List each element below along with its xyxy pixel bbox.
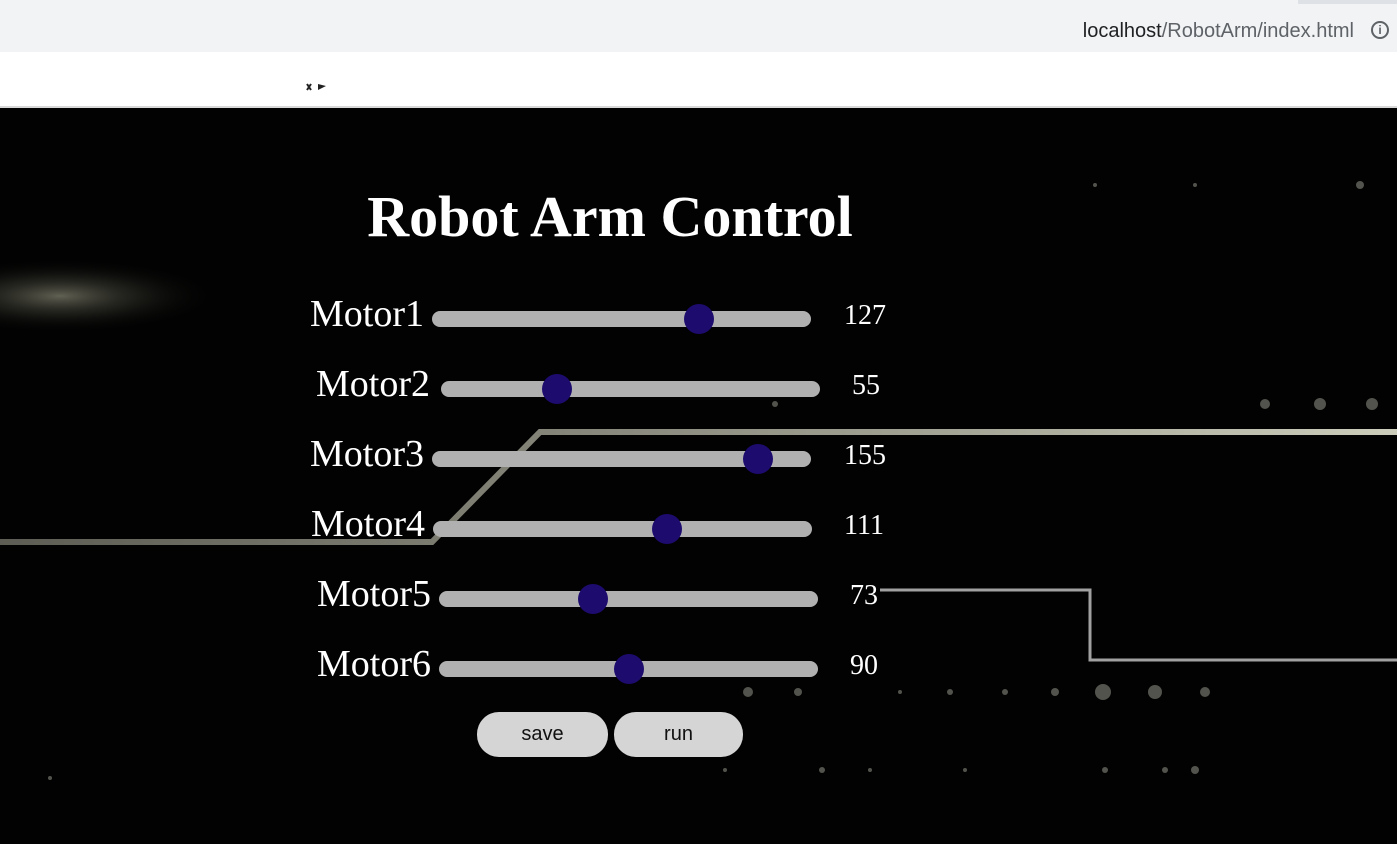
slider-thumb[interactable] [541, 374, 572, 404]
motor5-slider[interactable] [439, 584, 818, 614]
motor-row-5: Motor5 73 [0, 572, 900, 616]
motor-row-4: Motor4 111 [0, 502, 900, 546]
info-icon[interactable]: i [1371, 21, 1389, 39]
slider-thumb[interactable] [743, 444, 774, 474]
motor4-slider[interactable] [433, 514, 812, 544]
page-body: Robot Arm Control Motor1 127 Motor2 55 M… [0, 108, 1397, 844]
motor-value: 111 [844, 510, 884, 541]
motor-row-1: Motor1 127 [0, 292, 900, 336]
motor-label: Motor4 [311, 503, 425, 545]
motor-label: Motor3 [310, 433, 424, 475]
slider-thumb[interactable] [613, 654, 644, 684]
motor-row-6: Motor6 90 [0, 642, 900, 686]
motor-label: Motor1 [310, 293, 424, 335]
url-host: localhost [1082, 20, 1162, 42]
motor-row-3: Motor3 155 [0, 432, 900, 476]
motor-value: 155 [844, 440, 886, 471]
slider-thumb[interactable] [651, 514, 682, 544]
run-button[interactable]: run [614, 712, 743, 757]
url-path: /RobotArm/index.html [1161, 20, 1354, 42]
page-title: Robot Arm Control [367, 184, 853, 249]
save-button[interactable]: save [477, 712, 608, 757]
slider-thumb[interactable] [577, 584, 608, 614]
motor-row-2: Motor2 55 [0, 362, 900, 406]
motor-label: Motor2 [316, 363, 430, 405]
motor-value: 55 [852, 370, 880, 401]
motor-value: 127 [844, 300, 886, 331]
motor-value: 90 [850, 650, 878, 681]
motor-label: Motor6 [317, 643, 431, 685]
motor-label: Motor5 [317, 573, 431, 615]
motor3-slider[interactable] [432, 444, 811, 474]
address-bar[interactable]: localhost/RobotArm/index.html i [0, 4, 1397, 52]
motor2-slider[interactable] [441, 374, 820, 404]
slider-thumb[interactable] [684, 304, 715, 334]
motor-value: 73 [850, 580, 878, 611]
url-text[interactable]: localhost/RobotArm/index.html [1083, 20, 1354, 43]
page-header-strip [0, 52, 1397, 108]
broken-image-icon [306, 83, 326, 91]
motor1-slider[interactable] [432, 304, 811, 334]
motor6-slider[interactable] [439, 654, 818, 684]
